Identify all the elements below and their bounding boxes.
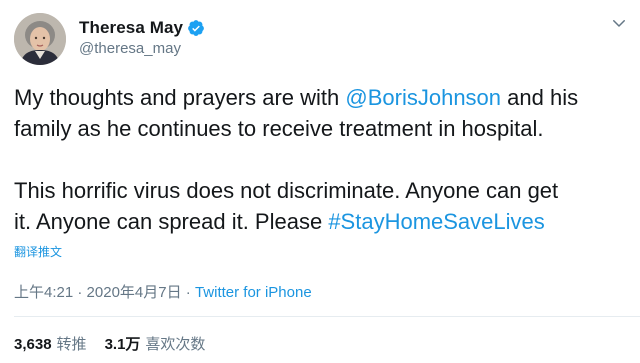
avatar-image — [14, 13, 66, 65]
avatar[interactable] — [14, 13, 66, 65]
translate-tweet-link[interactable]: 翻译推文 — [14, 243, 62, 260]
likes-stat[interactable]: 3.1万 喜欢次数 — [105, 333, 206, 354]
tweet-card: Theresa May @theresa_may My thoughts and… — [0, 0, 640, 363]
retweets-count: 3,638 — [14, 336, 52, 353]
tweet-meta: 上午4:21 · 2020年4月7日 · Twitter for iPhone — [14, 281, 312, 302]
tweet-source[interactable]: Twitter for iPhone — [195, 284, 312, 301]
chevron-down-icon[interactable] — [610, 14, 628, 32]
tweet-line-4: it. Anyone can spread it. Please #StayHo… — [14, 206, 629, 237]
hashtag-link[interactable]: #StayHomeSaveLives — [328, 209, 544, 234]
likes-count: 3.1万 — [104, 336, 141, 353]
verified-badge-icon — [188, 20, 204, 36]
author-name-row[interactable]: Theresa May — [79, 17, 205, 39]
tweet-text: My thoughts and prayers are with @BorisJ… — [14, 82, 629, 237]
mention-link[interactable]: @BorisJohnson — [345, 85, 501, 110]
tweet-time[interactable]: 上午4:21 — [14, 284, 73, 301]
tweet-line-3: This horrific virus does not discriminat… — [14, 178, 559, 203]
tweet-text-segment: it. Anyone can spread it. Please — [14, 209, 329, 234]
author-display-name[interactable]: Theresa May — [79, 18, 183, 38]
tweet-line-2: family as he continues to receive treatm… — [14, 116, 544, 141]
meta-separator: · — [181, 284, 195, 301]
tweet-line-1: My thoughts and prayers are with @BorisJ… — [14, 82, 629, 113]
tweet-date[interactable]: 2020年4月7日 — [87, 284, 182, 301]
divider — [14, 316, 640, 317]
likes-label: 喜欢次数 — [145, 336, 206, 353]
tweet-text-segment: and his — [501, 85, 579, 110]
retweets-label: 转推 — [56, 336, 87, 353]
author-handle[interactable]: @theresa_may — [79, 40, 181, 57]
tweet-stats: 3,638 转推 3.1万 喜欢次数 — [14, 333, 205, 354]
tweet-text-segment: My thoughts and prayers are with — [14, 85, 346, 110]
retweets-stat[interactable]: 3,638 转推 — [14, 333, 87, 354]
meta-separator: · — [73, 284, 87, 301]
